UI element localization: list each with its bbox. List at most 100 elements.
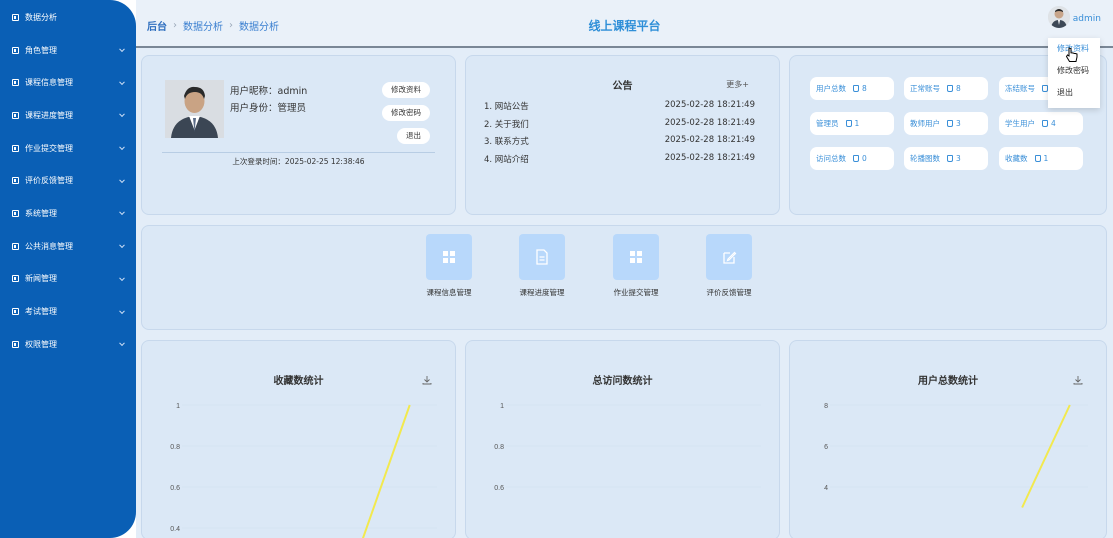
y-tick-label: 1 bbox=[500, 403, 504, 410]
notice-item-time: 2025-02-28 18:21:49 bbox=[664, 152, 755, 163]
hand-icon bbox=[853, 85, 859, 92]
stat-label: 教师用户 bbox=[910, 119, 940, 128]
chevron-down-icon bbox=[119, 79, 125, 85]
sidebar-item-label: 数据分析 bbox=[25, 12, 57, 22]
stat-item: 访问总数 0 bbox=[810, 147, 894, 170]
sidebar-item[interactable]: 权限管理 bbox=[0, 328, 136, 361]
notice-item[interactable]: 2. 关于我们 2025-02-28 18:21:49 bbox=[484, 118, 755, 136]
menu-icon bbox=[12, 111, 19, 119]
chevron-down-icon bbox=[119, 307, 125, 314]
quick-nav-label: 作业提交管理 bbox=[613, 288, 659, 297]
chevron-down-icon bbox=[119, 242, 125, 249]
change-password-button[interactable]: 修改密码 bbox=[382, 105, 430, 121]
quick-nav-item[interactable]: 课程进度管理 bbox=[507, 234, 577, 298]
hand-icon bbox=[947, 85, 953, 92]
logout-button[interactable]: 退出 bbox=[397, 128, 430, 144]
quick-nav-label: 课程信息管理 bbox=[426, 288, 472, 297]
quick-nav-item[interactable]: 作业提交管理 bbox=[601, 234, 671, 298]
download-icon[interactable] bbox=[422, 375, 432, 385]
last-login-time: 上次登录时间：2025-02-25 12:38:46 bbox=[232, 157, 365, 166]
sidebar-item-label: 角色管理 bbox=[25, 45, 57, 55]
sidebar-item-label: 课程信息管理 bbox=[25, 78, 73, 88]
sidebar-item[interactable]: 课程进度管理 bbox=[0, 99, 136, 132]
notice-item[interactable]: 3. 联系方式 2025-02-28 18:21:49 bbox=[484, 135, 755, 153]
sidebar-item-label: 考试管理 bbox=[25, 307, 57, 317]
notice-item[interactable]: 1. 网站公告 2025-02-28 18:21:49 bbox=[484, 100, 755, 118]
notice-item[interactable]: 4. 网站介绍 2025-02-28 18:21:49 bbox=[484, 153, 755, 171]
y-tick-label: 0.8 bbox=[494, 444, 504, 451]
quick-nav-label: 评价反馈管理 bbox=[706, 288, 752, 297]
menu-icon bbox=[12, 308, 19, 316]
sidebar-item-label: 评价反馈管理 bbox=[25, 176, 73, 186]
download-icon[interactable] bbox=[1073, 375, 1083, 385]
edit-profile-button[interactable]: 修改资料 bbox=[382, 82, 430, 98]
sidebar-item[interactable]: 考试管理 bbox=[0, 295, 136, 328]
hand-icon bbox=[1034, 155, 1041, 162]
hand-icon bbox=[845, 120, 852, 127]
stat-value: 3 bbox=[956, 154, 961, 163]
stat-item: 正常账号 8 bbox=[904, 77, 988, 100]
grid-icon bbox=[426, 234, 472, 280]
mouse-cursor-icon bbox=[1065, 47, 1078, 62]
menu-icon bbox=[12, 340, 19, 348]
stat-item: 管理员 1 bbox=[810, 112, 894, 135]
sidebar-item[interactable]: 公共消息管理 bbox=[0, 230, 136, 263]
menu-icon bbox=[12, 79, 19, 87]
user-role: 用户身份：管理员 bbox=[230, 103, 307, 114]
series-line bbox=[361, 404, 411, 538]
dropdown-item-logout[interactable]: 退出 bbox=[1048, 82, 1100, 104]
username-link[interactable]: admin bbox=[1073, 14, 1101, 24]
sidebar-item[interactable]: 角色管理 bbox=[0, 34, 136, 67]
sidebar-item-label: 权限管理 bbox=[25, 339, 57, 349]
chart-title: 用户总数统计 bbox=[918, 376, 978, 387]
divider bbox=[162, 152, 435, 153]
notice-list: 1. 网站公告 2025-02-28 18:21:49 2. 关于我们 2025-02… bbox=[484, 100, 755, 170]
edit-icon bbox=[706, 234, 752, 280]
stat-label: 轮播图数 bbox=[910, 154, 940, 163]
menu-icon bbox=[12, 275, 19, 283]
sidebar-item[interactable]: 课程信息管理 bbox=[0, 66, 136, 99]
chart-favorites: 1 0.8 0.6 0.4 bbox=[170, 403, 437, 538]
stat-value: 1 bbox=[854, 119, 860, 128]
notice-item-time: 2025-02-28 18:21:49 bbox=[664, 135, 755, 145]
quick-nav-card: 课程信息管理 课程进度管理 作业提交管理 评价反馈管理 bbox=[141, 225, 1107, 330]
y-tick-label: 4 bbox=[824, 485, 828, 492]
stat-label: 正常账号 bbox=[910, 84, 940, 93]
sidebar-item-label: 课程进度管理 bbox=[25, 110, 73, 120]
chart-title: 总访问数统计 bbox=[592, 376, 653, 387]
sidebar-item[interactable]: 数据分析 bbox=[0, 1, 136, 34]
chevron-down-icon bbox=[119, 144, 125, 151]
user-nickname: 用户昵称：admin bbox=[230, 86, 308, 97]
stat-item: 教师用户 3 bbox=[904, 112, 988, 135]
stat-value: 0 bbox=[862, 154, 867, 163]
sidebar-item-label: 公共消息管理 bbox=[25, 241, 73, 251]
chevron-down-icon bbox=[119, 340, 125, 347]
sidebar-item[interactable]: 系统管理 bbox=[0, 197, 136, 230]
stat-item: 学生用户 4 bbox=[999, 112, 1083, 135]
dropdown-item-change-password[interactable]: 修改密码 bbox=[1048, 60, 1100, 82]
chart-card-users: 用户总数统计 8 6 4 bbox=[789, 340, 1107, 538]
chevron-down-icon bbox=[119, 46, 125, 53]
notice-item-title: 1. 网站公告 bbox=[484, 102, 529, 112]
stat-label: 用户总数 bbox=[816, 84, 846, 93]
stat-item: 轮播图数 3 bbox=[904, 147, 988, 170]
chevron-down-icon bbox=[119, 275, 125, 281]
sidebar-item-label: 作业提交管理 bbox=[25, 143, 73, 153]
notice-item-title: 2. 关于我们 bbox=[484, 119, 529, 130]
avatar[interactable] bbox=[1048, 6, 1070, 28]
chart-card-visits: 总访问数统计 1 0.8 0.6 bbox=[465, 340, 780, 538]
stat-value: 8 bbox=[862, 84, 867, 93]
quick-nav-item[interactable]: 评价反馈管理 bbox=[694, 234, 764, 298]
sidebar-item[interactable]: 新闻管理 bbox=[0, 263, 136, 296]
user-info: 用户昵称：admin 用户身份：管理员 bbox=[230, 83, 307, 117]
notice-more-link[interactable]: 更多+ bbox=[726, 79, 749, 90]
sidebar-item-label: 系统管理 bbox=[25, 208, 57, 218]
quick-nav-item[interactable]: 课程信息管理 bbox=[414, 234, 484, 298]
menu-icon bbox=[12, 46, 19, 54]
stat-value: 1 bbox=[1043, 154, 1049, 163]
notice-item-time: 2025-02-28 18:21:49 bbox=[664, 117, 755, 128]
y-tick-label: 1 bbox=[176, 403, 180, 410]
sidebar-item[interactable]: 评价反馈管理 bbox=[0, 164, 136, 197]
notice-item-title: 3. 联系方式 bbox=[484, 137, 529, 147]
sidebar-item[interactable]: 作业提交管理 bbox=[0, 132, 136, 165]
